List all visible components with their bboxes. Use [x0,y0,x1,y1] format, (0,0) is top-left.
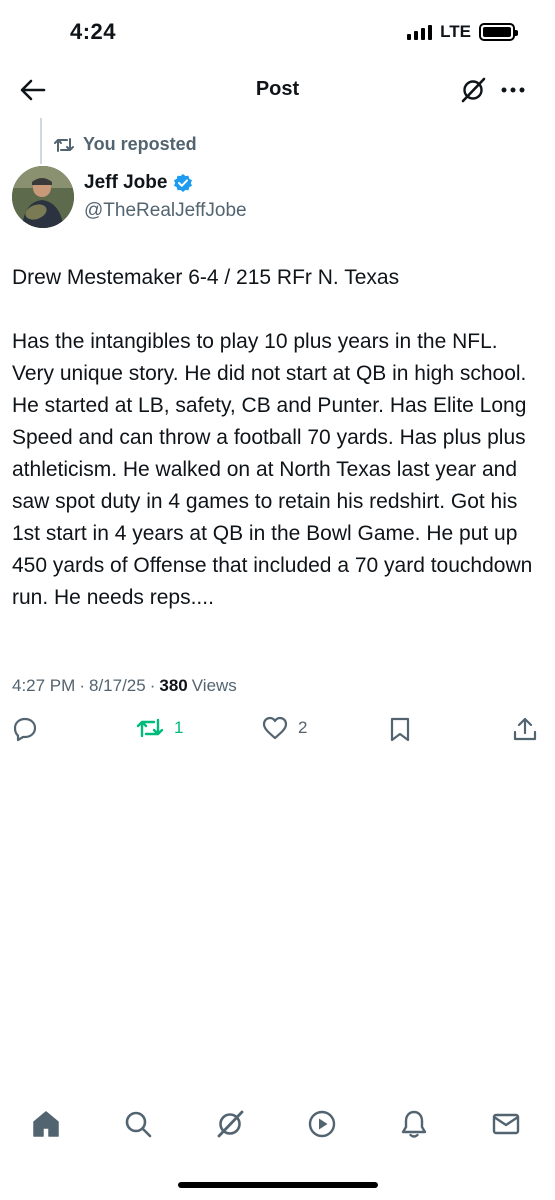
status-time: 4:24 [70,19,117,44]
author-name[interactable]: Jeff Jobe [84,172,167,194]
repost-count: 1 [174,718,184,737]
like-icon [262,716,288,740]
share-button[interactable] [512,716,538,742]
nav-video[interactable] [306,1108,338,1140]
post-header: Post [0,64,555,116]
home-icon [33,1111,59,1137]
like-button[interactable]: 2 [262,716,307,740]
action-bar: 1 2 [0,716,555,752]
nav-home[interactable] [30,1108,62,1140]
post-date: 8/17/25 [88,676,146,695]
battery-icon [479,23,518,41]
reply-icon [13,717,37,742]
meta-separator: · [79,676,85,695]
verified-badge-icon [174,174,193,192]
post-meta: 4:27 PM · 8/17/25 · 380 Views [12,676,237,696]
repost-button[interactable]: 1 [136,716,183,740]
views-count[interactable]: 380 [159,676,187,696]
share-icon [513,717,537,741]
nav-search[interactable] [122,1108,154,1140]
thread-line [40,118,42,164]
nav-grok[interactable] [214,1108,246,1140]
grok-icon [461,77,486,103]
status-indicators: LTE [407,22,518,42]
repost-icon [136,718,164,738]
repost-label: You reposted [83,134,197,154]
like-count: 2 [298,718,308,737]
grok-icon [217,1110,244,1138]
bookmark-button[interactable] [388,716,412,742]
repost-icon [54,137,74,152]
nav-messages[interactable] [490,1108,522,1140]
home-indicator [178,1182,378,1188]
post-text: Drew Mestemaker 6-4 / 215 RFr N. Texas H… [12,266,533,609]
grok-button[interactable] [459,76,487,104]
meta-separator: · [149,676,156,695]
nav-notifications[interactable] [398,1108,430,1140]
avatar-photo [12,166,74,228]
views-label: Views [191,676,237,695]
bookmark-icon [390,717,410,742]
play-icon [308,1110,336,1138]
post-time: 4:27 PM [12,676,76,695]
search-icon [125,1111,152,1138]
repost-context: You reposted [53,134,197,155]
mail-icon [492,1113,520,1135]
status-bar: 4:24 LTE [0,0,555,64]
more-icon [501,87,525,93]
signal-icon [407,24,433,40]
network-label: LTE [440,22,471,41]
author-name-row[interactable]: Jeff Jobe [84,172,193,194]
reply-button[interactable] [12,716,38,742]
more-button[interactable] [499,76,527,104]
bottom-nav [0,1100,555,1150]
avatar[interactable] [12,166,74,228]
bell-icon [401,1110,427,1138]
author-handle[interactable]: @TheRealJeffJobe [84,200,247,222]
